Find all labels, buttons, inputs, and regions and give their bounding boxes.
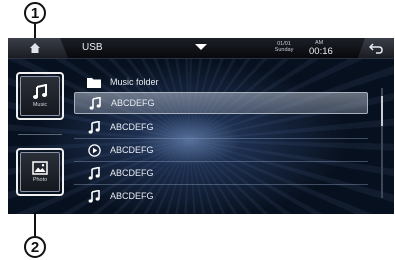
list-item[interactable]: ABCDEFG [74,116,368,138]
list-item-label: ABCDEFG [111,98,155,108]
list-item-selected[interactable]: ABCDEFG [74,92,368,114]
folder-icon [87,75,101,89]
music-label: Music [32,102,48,108]
music-note-icon [87,166,101,180]
source-dropdown-icon[interactable] [195,44,207,50]
music-button[interactable]: Music [20,76,60,116]
sidebar-divider [18,134,62,135]
home-icon [30,43,40,53]
list-item-label: ABCDEFG [110,145,154,155]
home-button[interactable] [8,38,68,58]
top-bar: USB 01/01 Sunday AM 00:16 [8,38,394,59]
media-screen: USB 01/01 Sunday AM 00:16 Music Photo Mu… [8,38,394,214]
list-item-label: ABCDEFG [110,122,154,132]
music-note-icon [88,96,102,110]
list-item-folder[interactable]: Music folder [74,71,368,93]
music-note-icon [33,84,47,99]
list-item-label: Music folder [110,77,159,87]
date-display: 01/01 Sunday [271,41,297,53]
list-item[interactable]: ABCDEFG [74,139,368,161]
play-circle-icon [87,143,101,157]
photo-label: Photo [32,177,48,183]
callout-2: 2 [24,236,46,258]
list-item[interactable]: ABCDEFG [74,185,368,207]
list-item-label: ABCDEFG [110,191,154,201]
callout-1: 1 [24,2,46,24]
photo-icon [32,161,48,175]
clock-time: 00:16 [309,46,333,57]
back-button[interactable] [358,38,394,58]
date-line-2: Sunday [274,47,294,53]
source-label: USB [82,42,103,53]
list-item-label: ABCDEFG [110,168,154,178]
music-note-icon [87,189,101,203]
back-arrow-icon [369,42,383,54]
scrollbar-thumb[interactable] [381,96,383,126]
list-item[interactable]: ABCDEFG [74,162,368,184]
photo-button[interactable]: Photo [20,152,60,192]
music-note-icon [87,120,101,134]
